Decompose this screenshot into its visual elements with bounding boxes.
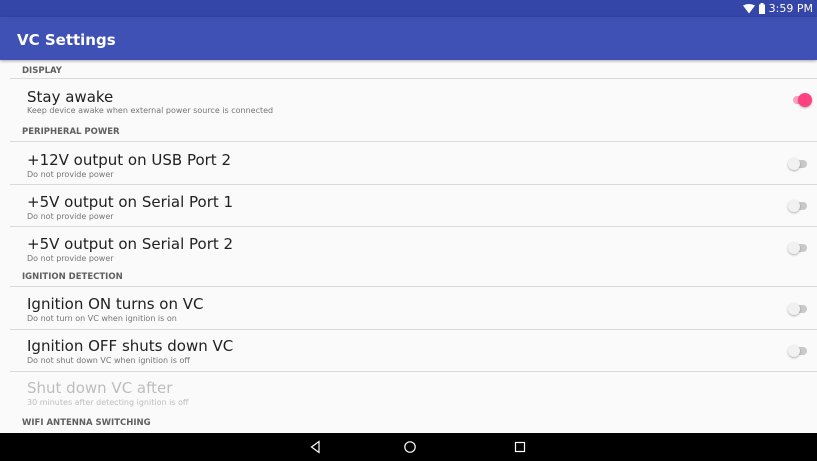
serial-port-2-power-switch[interactable]	[788, 241, 808, 255]
pref-summary: Keep device awake when external power so…	[27, 106, 274, 115]
pref-summary: Do not turn on VC when ignition is on	[27, 314, 177, 323]
pref-title: Stay awake	[27, 88, 114, 106]
pref-serial-port-1-power[interactable]: +5V output on Serial Port 1 Do not provi…	[0, 185, 817, 226]
status-indicators: 3:59 PM	[742, 2, 813, 15]
pref-summary: Do not provide power	[27, 254, 114, 263]
ignition-on-switch[interactable]	[788, 302, 808, 316]
pref-summary: Do not provide power	[27, 170, 114, 179]
section-header-wifi-antenna: WIFI ANTENNA SWITCHING	[22, 418, 151, 428]
pref-title: +5V output on Serial Port 2	[27, 235, 234, 253]
status-time: 3:59 PM	[768, 2, 813, 15]
switch-thumb	[788, 158, 800, 170]
serial-port-1-power-switch[interactable]	[788, 199, 808, 213]
pref-title: +5V output on Serial Port 1	[27, 193, 234, 211]
usb-port-2-power-switch[interactable]	[788, 157, 808, 171]
settings-list[interactable]: DISPLAY Stay awake Keep device awake whe…	[0, 60, 817, 433]
battery-icon	[758, 3, 765, 14]
pref-shutdown-delay[interactable]: Shut down VC after 30 minutes after dete…	[0, 372, 817, 412]
switch-thumb	[788, 200, 800, 212]
app-title: VC Settings	[17, 31, 116, 49]
switch-thumb	[798, 93, 812, 107]
pref-usb-port-2-power[interactable]: +12V output on USB Port 2 Do not provide…	[0, 142, 817, 184]
switch-thumb	[788, 303, 800, 315]
stay-awake-switch[interactable]	[792, 93, 812, 107]
ignition-off-switch[interactable]	[788, 344, 808, 358]
recents-icon[interactable]	[513, 440, 527, 454]
status-bar: 3:59 PM	[0, 0, 817, 17]
pref-stay-awake[interactable]: Stay awake Keep device awake when extern…	[0, 79, 817, 119]
pref-title: +12V output on USB Port 2	[27, 151, 231, 169]
pref-summary: Do not provide power	[27, 212, 114, 221]
back-icon[interactable]	[309, 440, 323, 454]
wifi-icon	[742, 3, 755, 13]
pref-serial-port-2-power[interactable]: +5V output on Serial Port 2 Do not provi…	[0, 227, 817, 268]
pref-title: Ignition OFF shuts down VC	[27, 337, 234, 355]
pref-summary: 30 minutes after detecting ignition is o…	[27, 398, 189, 407]
home-icon[interactable]	[403, 440, 417, 454]
pref-title: Shut down VC after	[27, 379, 173, 397]
app-bar: VC Settings	[0, 17, 817, 60]
pref-title: Ignition ON turns on VC	[27, 295, 204, 313]
section-header-ignition-detection: IGNITION DETECTION	[22, 272, 123, 282]
section-header-peripheral-power: PERIPHERAL POWER	[22, 127, 120, 137]
pref-ignition-on[interactable]: Ignition ON turns on VC Do not turn on V…	[0, 287, 817, 329]
pref-summary: Do not shut down VC when ignition is off	[27, 356, 190, 365]
section-header-display: DISPLAY	[22, 66, 62, 76]
switch-thumb	[788, 242, 800, 254]
switch-thumb	[788, 345, 800, 357]
navigation-bar	[0, 433, 817, 461]
pref-ignition-off[interactable]: Ignition OFF shuts down VC Do not shut d…	[0, 330, 817, 371]
